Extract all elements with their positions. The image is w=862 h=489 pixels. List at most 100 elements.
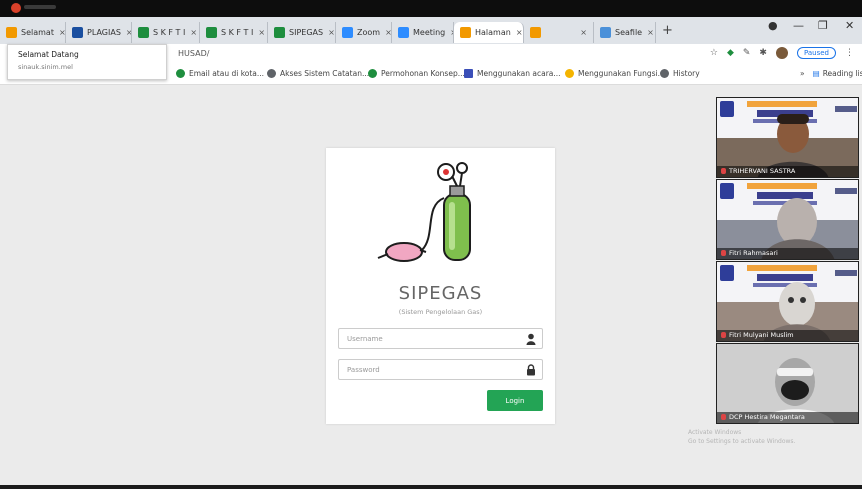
bookmark-star-icon[interactable]: ☆ [710,48,718,58]
bookmark-item[interactable]: Permohonan Konsep... [368,69,465,78]
bookmark-item[interactable]: History [660,69,700,78]
tab-label: S K F T I [221,28,254,37]
tab-label: SIPEGAS [289,28,324,37]
browser-tab-active[interactable]: Halaman × [454,22,524,43]
participant-name: Fitri Mulyani Muslim [717,330,858,341]
bookmark-item[interactable]: Menggunakan acara... [464,69,561,78]
tab-label: Seafile [615,28,643,37]
history-icon [660,69,669,78]
tab-favicon-icon [600,27,611,38]
new-tab-button[interactable]: + [662,23,673,38]
menu-icon[interactable]: ⋮ [845,48,854,58]
close-tab-icon[interactable]: × [190,28,197,37]
record-indicator-icon [11,3,21,13]
toolbar-icons: ☆ ◆ ✎ ✱ Paused ⋮ [710,47,854,59]
browser-tab[interactable]: × [524,22,594,43]
bookmark-label: Akses Sistem Catatan... [280,69,370,78]
welcome-title: Selamat Datang [18,50,79,59]
extension-icon[interactable]: ◆ [727,48,734,58]
url-field[interactable]: HUSAD/ [178,49,209,58]
video-tile[interactable]: Fitri Rahmasari [716,179,859,260]
username-field[interactable] [338,328,543,349]
profile-paused-button[interactable]: Paused [796,47,836,59]
browser-tab[interactable]: PLAGIAS × [66,22,132,43]
browser-tab[interactable]: SIPEGAS × [268,22,336,43]
bookmark-item[interactable]: Menggunakan Fungsi... [565,69,665,78]
bookmark-item[interactable]: Email atau di kota... [176,69,264,78]
tab-favicon-icon [138,27,149,38]
password-input[interactable] [339,360,519,379]
pin-icon[interactable]: ✱ [759,48,767,58]
close-tab-icon[interactable]: × [59,28,65,37]
tab-search-icon[interactable]: ● [768,19,778,32]
tab-favicon-icon [206,27,217,38]
close-tab-icon[interactable]: × [385,28,391,37]
tab-label: Meeting [413,28,446,37]
muted-mic-icon [721,332,726,338]
username-input[interactable] [339,329,519,348]
bookmark-icon [565,69,574,78]
recording-bar [0,0,862,17]
minimize-icon[interactable]: — [793,19,804,32]
watermark-line: Activate Windows [688,429,742,436]
recording-progress [24,5,56,9]
bookmark-icon [464,69,473,78]
reading-list-item[interactable]: » ▤ Reading list [800,69,862,78]
close-tab-icon[interactable]: × [516,28,523,37]
bookmark-item[interactable]: Akses Sistem Catatan... [267,69,369,78]
tab-favicon-icon [460,27,471,38]
close-tab-icon[interactable]: × [328,28,335,37]
password-field[interactable] [338,359,543,380]
login-button[interactable]: Login [487,390,543,411]
browser-tab[interactable]: Zoom × [336,22,392,43]
profile-avatar-icon[interactable] [775,47,788,59]
welcome-popup: Selamat Datang sinauk.sinim.mel [7,44,167,80]
close-tab-icon[interactable]: × [258,28,265,37]
close-tab-icon[interactable]: × [647,28,654,37]
tab-label: PLAGIAS [87,28,121,37]
video-tile[interactable]: TRIHERVANI SASTRA [716,97,859,178]
browser-tab[interactable]: S K F T I × [200,22,268,43]
tab-favicon-icon [342,27,353,38]
close-window-icon[interactable]: ✕ [845,19,854,32]
chevron-icon: » [800,69,805,78]
bottom-band [0,485,862,489]
tab-label: S K F T I [153,28,186,37]
reading-list-icon: ▤ [812,69,820,78]
puzzle-icon[interactable]: ✎ [743,48,751,58]
lock-icon [527,364,535,376]
bookmark-label: Menggunakan acara... [477,69,561,78]
tab-label: Halaman [475,28,511,37]
participant-name: Fitri Rahmasari [717,248,858,259]
browser-tab[interactable]: Seafile × [594,22,656,43]
video-tile[interactable]: Fitri Mulyani Muslim [716,261,859,342]
bookmark-label: Email atau di kota... [189,69,265,78]
bookmark-label: History [673,69,700,78]
watermark-line: Go to Settings to activate Windows. [688,438,796,445]
bookmark-icon [368,69,377,78]
browser-tab[interactable]: Selamat × [0,22,66,43]
browser-tab[interactable]: Meeting × [392,22,454,43]
restore-icon[interactable]: ❐ [818,19,828,32]
gas-cylinder-logo-icon [377,162,471,262]
reading-list-label: Reading list [822,69,862,78]
browser-tab[interactable]: S K F T I × [132,22,200,43]
user-icon [526,333,536,345]
participant-name: DCP Hestira Megantara [717,412,858,423]
video-tile[interactable]: DCP Hestira Megantara [716,343,859,424]
muted-mic-icon [721,168,726,174]
tab-favicon-icon [530,27,541,38]
tab-favicon-icon [72,27,83,38]
app-subtitle: (Sistem Pengelolaan Gas) [398,308,483,316]
browser-tab-strip: Selamat × PLAGIAS × S K F T I × S K F T … [0,17,862,44]
tab-label: Zoom [357,28,381,37]
bookmark-icon [267,69,276,78]
muted-mic-icon [721,414,726,420]
app-title: SIPEGAS [398,283,483,304]
bookmark-label: Permohonan Konsep... [381,69,465,78]
tab-favicon-icon [398,27,409,38]
bookmark-label: Menggunakan Fungsi... [578,69,665,78]
close-tab-icon[interactable]: × [580,28,587,37]
tab-label: Selamat [21,28,54,37]
muted-mic-icon [721,250,726,256]
